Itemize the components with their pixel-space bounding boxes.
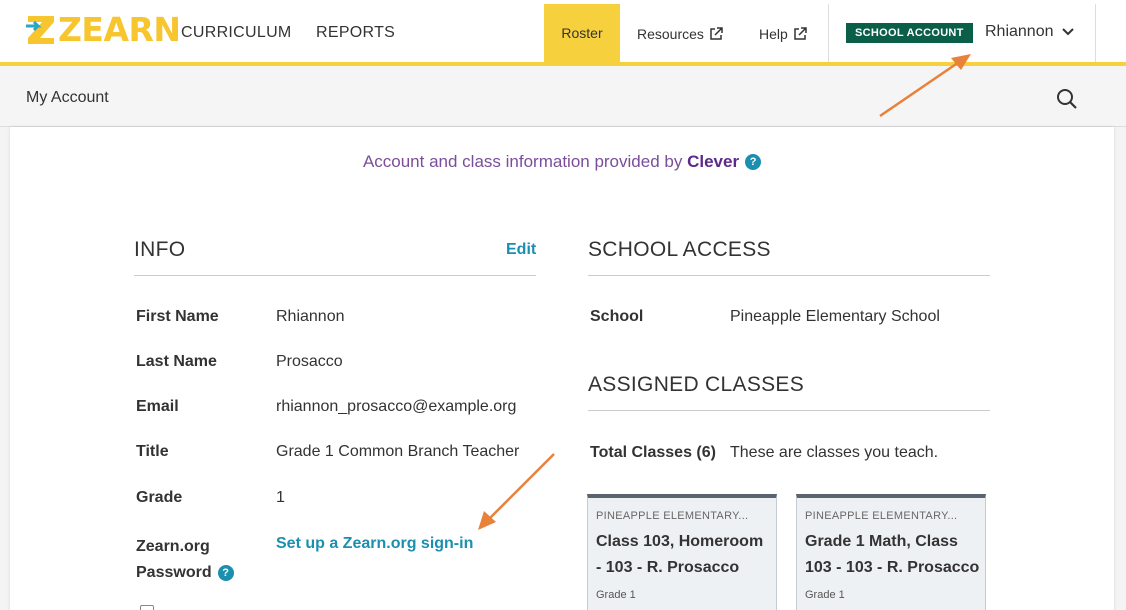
password-label: Zearn.org Password? xyxy=(136,534,234,586)
school-value: Pineapple Elementary School xyxy=(730,308,940,325)
first-name-value: Rhiannon xyxy=(276,308,345,325)
school-label: School xyxy=(590,308,644,325)
nav-help-label: Help xyxy=(759,26,788,42)
nav-help[interactable]: Help xyxy=(759,26,807,42)
total-classes-label: Total Classes (6) xyxy=(590,444,716,461)
class-school: PINEAPPLE ELEMENTARY... xyxy=(805,510,958,522)
nav-divider xyxy=(1095,4,1096,62)
nav-resources-label: Resources xyxy=(637,26,704,42)
title-value: Grade 1 Common Branch Teacher xyxy=(276,443,520,460)
setup-signin-link[interactable]: Set up a Zearn.org sign-in xyxy=(276,535,473,553)
logo-wordmark: ZEARN xyxy=(58,10,181,49)
external-link-icon xyxy=(794,27,807,40)
nav-roster-label: Roster xyxy=(561,25,603,41)
account-card: Account and class information provided b… xyxy=(10,127,1114,610)
email-label: Email xyxy=(136,398,179,415)
sub-header: My Account xyxy=(0,70,1126,127)
nav-curriculum[interactable]: CURRICULUM xyxy=(181,24,292,42)
password-label-line1: Zearn.org xyxy=(136,538,210,555)
class-grade: Grade 1 xyxy=(596,589,636,601)
grade-value: 1 xyxy=(276,489,285,506)
class-card[interactable]: PINEAPPLE ELEMENTARY... Class 103, Homer… xyxy=(587,494,777,610)
total-classes-note: These are classes you teach. xyxy=(730,444,939,461)
clever-banner-text: Account and class information provided b… xyxy=(362,152,683,171)
info-divider xyxy=(134,275,536,276)
nav-roster[interactable]: Roster xyxy=(544,4,620,62)
clever-brand: Clever xyxy=(687,152,740,171)
last-name-label: Last Name xyxy=(136,353,217,370)
email-value: rhiannon_prosacco@example.org xyxy=(276,398,517,415)
school-account-badge: SCHOOL ACCOUNT xyxy=(846,23,973,43)
school-access-title: SCHOOL ACCESS xyxy=(588,238,771,261)
first-name-label: First Name xyxy=(136,308,219,325)
chevron-down-icon xyxy=(1061,28,1074,36)
class-school: PINEAPPLE ELEMENTARY... xyxy=(596,510,749,522)
last-name-value: Prosacco xyxy=(276,353,343,370)
top-navigation: ZEARN CURRICULUM REPORTS Roster Resource… xyxy=(0,0,1126,66)
class-name: Class 103, Homeroom - 103 - R. Prosacco xyxy=(596,533,764,576)
assigned-classes-title: ASSIGNED CLASSES xyxy=(588,373,805,396)
nav-divider xyxy=(828,4,829,62)
nav-reports[interactable]: REPORTS xyxy=(316,24,395,42)
search-icon[interactable] xyxy=(1056,88,1078,110)
user-menu[interactable]: Rhiannon xyxy=(985,23,1074,41)
nav-resources[interactable]: Resources xyxy=(637,26,723,42)
clever-banner: Account and class information provided b… xyxy=(10,152,1114,172)
external-link-icon xyxy=(710,27,723,40)
password-label-line2: Password xyxy=(136,564,212,581)
help-circle-icon[interactable]: ? xyxy=(745,154,762,170)
class-name: Grade 1 Math, Class 103 - 103 - R. Prosa… xyxy=(805,533,980,576)
assigned-classes-divider xyxy=(588,410,990,411)
checkbox[interactable] xyxy=(140,605,154,610)
grade-label: Grade xyxy=(136,489,183,506)
help-circle-icon[interactable]: ? xyxy=(217,565,234,581)
info-title: INFO xyxy=(134,238,186,261)
class-card[interactable]: PINEAPPLE ELEMENTARY... Grade 1 Math, Cl… xyxy=(796,494,986,610)
title-label: Title xyxy=(136,443,169,460)
user-name: Rhiannon xyxy=(985,23,1054,40)
school-access-divider xyxy=(588,275,990,276)
edit-link[interactable]: Edit xyxy=(506,241,536,259)
page-title: My Account xyxy=(26,89,109,106)
class-grade: Grade 1 xyxy=(805,589,845,601)
